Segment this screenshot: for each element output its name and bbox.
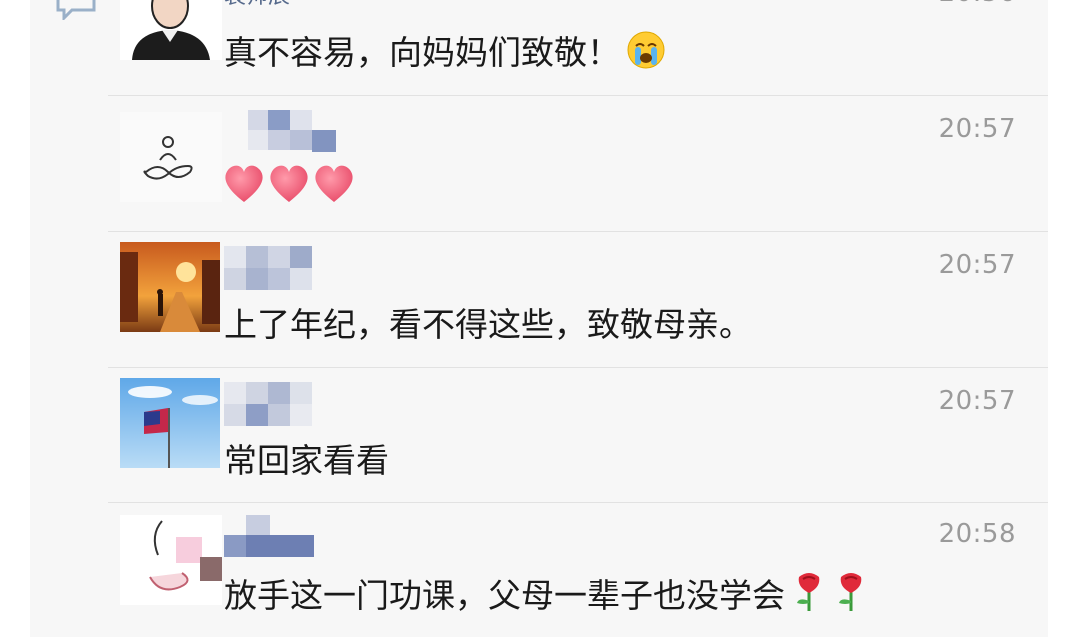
- comment-text: 上了年纪，看不得这些，致敬母亲。: [224, 305, 752, 344]
- comment-time: 20:56: [939, 0, 1016, 8]
- user-name-mosaic[interactable]: [224, 110, 344, 160]
- avatar[interactable]: [120, 515, 222, 605]
- user-name-mosaic[interactable]: [224, 246, 324, 292]
- comment-time: 20:57: [938, 386, 1016, 416]
- comment-text: 常回家看看: [224, 441, 389, 480]
- divider: [108, 502, 1048, 503]
- comment-text-content: 放手这一门功课，父母一辈子也没学会: [224, 576, 785, 615]
- comment-time: 20:57: [938, 250, 1016, 280]
- comment-text-content: 真不容易，向妈妈们致敬！: [224, 33, 620, 72]
- divider: [108, 367, 1048, 368]
- rose-icon: [839, 573, 862, 611]
- divider: [108, 231, 1048, 232]
- rose-icon: [797, 573, 820, 611]
- avatar[interactable]: [120, 112, 222, 202]
- avatar[interactable]: [120, 242, 220, 332]
- comment-time: 20:57: [938, 114, 1016, 144]
- crying-face-icon: [627, 31, 665, 69]
- avatar[interactable]: [120, 0, 222, 60]
- divider: [108, 95, 1048, 96]
- panel-edge: [1048, 0, 1080, 637]
- user-name-mosaic[interactable]: [224, 515, 324, 561]
- three-hearts-icon: [225, 165, 353, 202]
- user-name-mosaic[interactable]: [224, 382, 324, 428]
- user-name[interactable]: 袁帅辰: [224, 0, 290, 10]
- comment-text: 真不容易，向妈妈们致敬！: [224, 26, 666, 74]
- comment-text: 放手这一门功课，父母一辈子也没学会: [224, 569, 869, 617]
- comment-icon[interactable]: [56, 0, 96, 20]
- comment-time: 20:58: [938, 519, 1016, 549]
- avatar[interactable]: [120, 378, 220, 468]
